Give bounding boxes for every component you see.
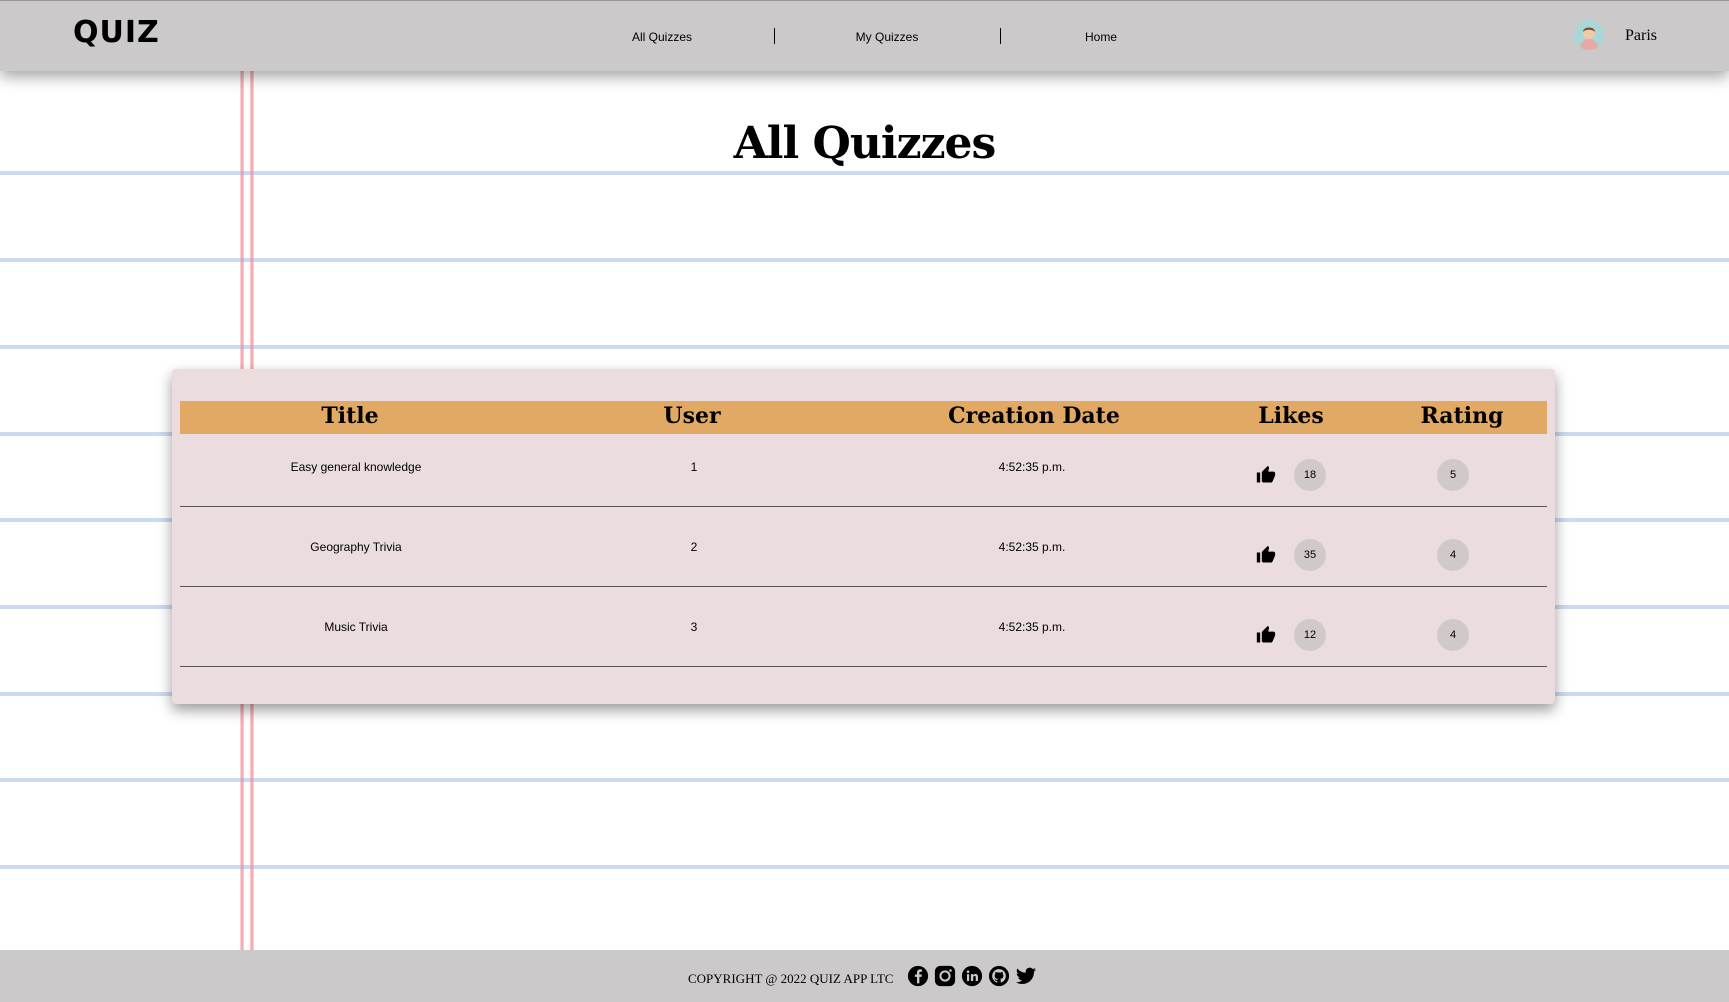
quiz-creation-date: 4:52:35 p.m. (998, 540, 1066, 554)
quiz-title[interactable]: Easy general knowledge (291, 460, 422, 474)
user-avatar[interactable] (1574, 20, 1604, 50)
instagram-icon[interactable] (934, 965, 956, 987)
quiz-user: 3 (690, 620, 698, 634)
nav-divider (1000, 28, 1001, 44)
rating-badge: 4 (1437, 619, 1469, 651)
page-footer: COPYRIGHT @ 2022 QUIZ APP LTC (0, 950, 1729, 1002)
quiz-creation-date: 4:52:35 p.m. (998, 460, 1066, 474)
copyright-text: COPYRIGHT @ 2022 QUIZ APP LTC (688, 971, 894, 986)
thumbs-up-icon[interactable] (1256, 625, 1276, 645)
likes-count-badge: 18 (1294, 459, 1326, 491)
table-row[interactable]: Geography Trivia 2 4:52:35 p.m. 35 4 (180, 506, 1547, 587)
quiz-table: Title User Creation Date Likes Rating Ea… (172, 369, 1555, 704)
quiz-user: 2 (690, 540, 698, 554)
top-navbar: QUIZ All Quizzes My Quizzes Home Paris (0, 0, 1729, 71)
quiz-title[interactable]: Music Trivia (324, 620, 387, 634)
thumbs-up-icon[interactable] (1256, 465, 1276, 485)
thumbs-up-icon[interactable] (1256, 545, 1276, 565)
page-title: All Quizzes (733, 118, 997, 169)
likes-count-badge: 35 (1294, 539, 1326, 571)
nav-home[interactable]: Home (1085, 30, 1117, 44)
app-logo[interactable]: QUIZ (73, 15, 160, 50)
github-icon[interactable] (988, 965, 1010, 987)
likes-count-badge: 12 (1294, 619, 1326, 651)
user-name[interactable]: Paris (1625, 27, 1657, 45)
linkedin-icon[interactable] (961, 965, 983, 987)
quiz-title[interactable]: Geography Trivia (310, 540, 401, 554)
table-row[interactable]: Easy general knowledge 1 4:52:35 p.m. 18… (180, 426, 1547, 507)
nav-my-quizzes[interactable]: My Quizzes (856, 30, 919, 44)
quiz-creation-date: 4:52:35 p.m. (998, 620, 1066, 634)
table-row[interactable]: Music Trivia 3 4:52:35 p.m. 12 4 (180, 586, 1547, 667)
facebook-icon[interactable] (907, 965, 929, 987)
nav-divider (774, 28, 775, 44)
rating-badge: 4 (1437, 539, 1469, 571)
quiz-user: 1 (690, 460, 698, 474)
rating-badge: 5 (1437, 459, 1469, 491)
nav-all-quizzes[interactable]: All Quizzes (632, 30, 692, 44)
twitter-icon[interactable] (1015, 965, 1037, 987)
